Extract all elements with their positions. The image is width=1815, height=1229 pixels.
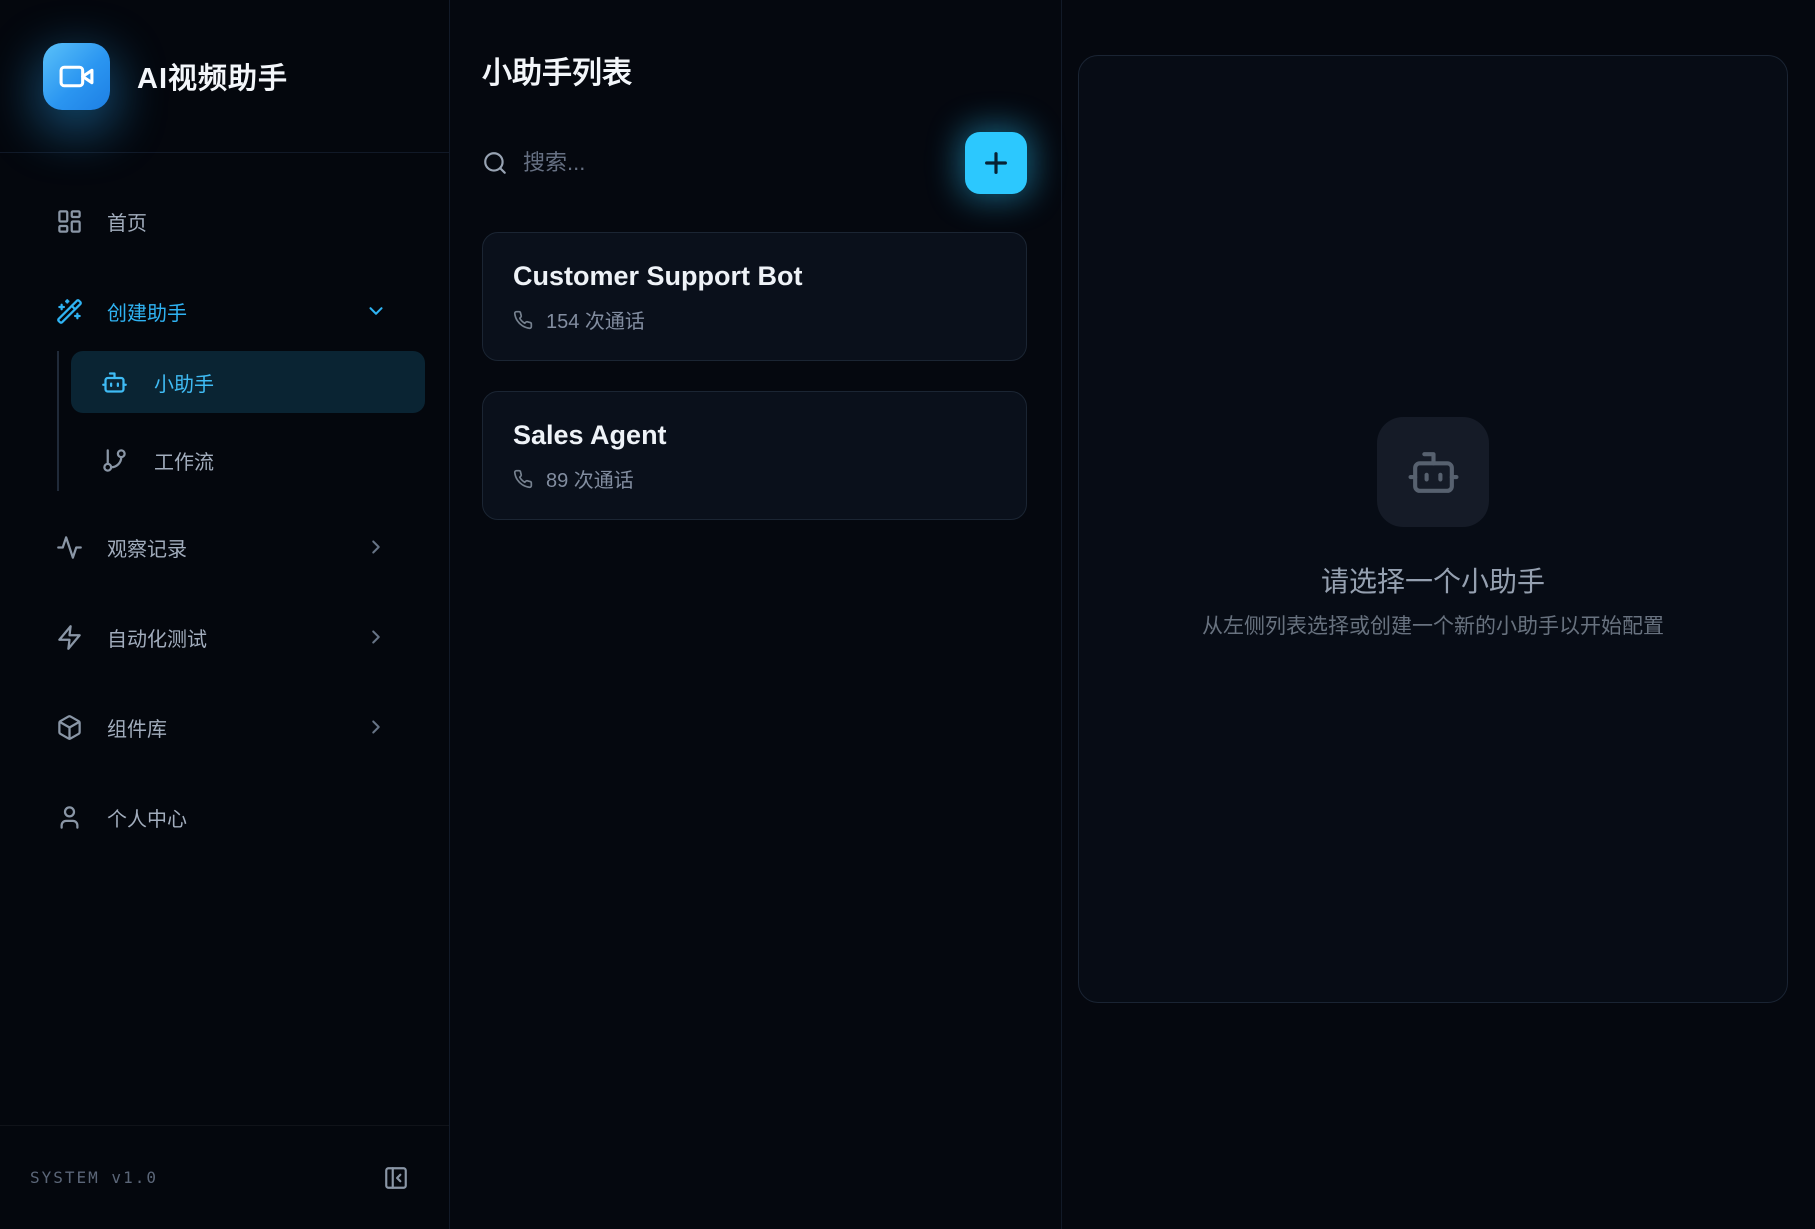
sidebar-item-label: 个人中心 <box>107 803 387 832</box>
phone-icon <box>513 310 533 330</box>
assistant-detail-panel: 请选择一个小助手 从左侧列表选择或创建一个新的小助手以开始配置 <box>1078 55 1788 1003</box>
assistant-card[interactable]: Sales Agent 89 次通话 <box>482 391 1027 520</box>
sidebar-item-create-assistant[interactable]: 创建助手 <box>24 279 425 343</box>
layout-dashboard-icon <box>56 208 83 235</box>
zap-icon <box>56 624 83 651</box>
sidebar-item-home[interactable]: 首页 <box>24 189 425 253</box>
assistant-call-count: 89 次通话 <box>513 464 996 493</box>
assistant-name: Customer Support Bot <box>513 259 996 293</box>
app-logo <box>43 43 110 110</box>
assistant-cards: Customer Support Bot 154 次通话 Sales Agent… <box>482 232 1027 520</box>
wand-sparkles-icon <box>56 298 83 325</box>
add-assistant-button[interactable] <box>965 132 1027 194</box>
plus-icon <box>980 147 1012 179</box>
assistant-call-count: 154 次通话 <box>513 305 996 334</box>
sidebar-subitem-label: 工作流 <box>154 446 214 475</box>
bot-icon <box>101 369 128 396</box>
chevron-right-icon <box>365 626 387 648</box>
sidebar-footer: SYSTEM v1.0 <box>0 1125 449 1229</box>
video-camera-icon <box>58 58 95 95</box>
chevron-down-icon <box>365 300 387 322</box>
assistant-list-panel: 小助手列表 Customer Support Bot 154 次通话 Sales… <box>450 0 1062 1229</box>
phone-icon <box>513 469 533 489</box>
user-icon <box>56 804 83 831</box>
sidebar: AI视频助手 首页 创建助手 小助手 工作流 <box>0 0 450 1229</box>
app-root: AI视频助手 首页 创建助手 小助手 工作流 <box>0 0 1815 1229</box>
sidebar-subitem-assistant[interactable]: 小助手 <box>71 351 425 413</box>
search-row <box>482 132 1027 194</box>
empty-state-subtitle: 从左侧列表选择或创建一个新的小助手以开始配置 <box>1202 613 1664 641</box>
logo-row: AI视频助手 <box>0 0 449 153</box>
panel-left-close-icon <box>383 1165 409 1191</box>
assistant-name: Sales Agent <box>513 418 996 452</box>
create-assistant-submenu: 小助手 工作流 <box>57 351 425 491</box>
sidebar-item-label: 创建助手 <box>107 297 341 326</box>
detail-column: 请选择一个小助手 从左侧列表选择或创建一个新的小助手以开始配置 <box>1062 0 1815 1229</box>
git-branch-icon <box>101 447 128 474</box>
sidebar-item-observation-log[interactable]: 观察记录 <box>24 515 425 579</box>
empty-state: 请选择一个小助手 从左侧列表选择或创建一个新的小助手以开始配置 <box>1202 417 1664 641</box>
sidebar-item-label: 首页 <box>107 207 387 236</box>
sidebar-item-automated-testing[interactable]: 自动化测试 <box>24 605 425 669</box>
box-icon <box>56 714 83 741</box>
sidebar-subitem-workflow[interactable]: 工作流 <box>71 429 425 491</box>
sidebar-subitem-label: 小助手 <box>154 368 214 397</box>
call-count-label: 89 次通话 <box>546 464 634 493</box>
sidebar-item-label: 自动化测试 <box>107 623 341 652</box>
assistant-card[interactable]: Customer Support Bot 154 次通话 <box>482 232 1027 361</box>
sidebar-item-component-library[interactable]: 组件库 <box>24 695 425 759</box>
empty-state-icon-box <box>1377 417 1489 527</box>
sidebar-nav: 首页 创建助手 小助手 工作流 观察记录 <box>0 153 449 875</box>
system-version: SYSTEM v1.0 <box>30 1168 158 1187</box>
bot-icon <box>1406 445 1461 500</box>
empty-state-title: 请选择一个小助手 <box>1321 565 1545 599</box>
panel-title: 小助手列表 <box>482 56 1027 92</box>
sidebar-item-label: 组件库 <box>107 713 341 742</box>
search-input[interactable] <box>523 150 965 176</box>
chevron-right-icon <box>365 716 387 738</box>
sidebar-item-profile[interactable]: 个人中心 <box>24 785 425 849</box>
collapse-sidebar-button[interactable] <box>383 1165 409 1191</box>
search-icon <box>482 150 508 176</box>
call-count-label: 154 次通话 <box>546 305 645 334</box>
sidebar-item-label: 观察记录 <box>107 533 341 562</box>
activity-icon <box>56 534 83 561</box>
app-title: AI视频助手 <box>137 55 288 97</box>
chevron-right-icon <box>365 536 387 558</box>
